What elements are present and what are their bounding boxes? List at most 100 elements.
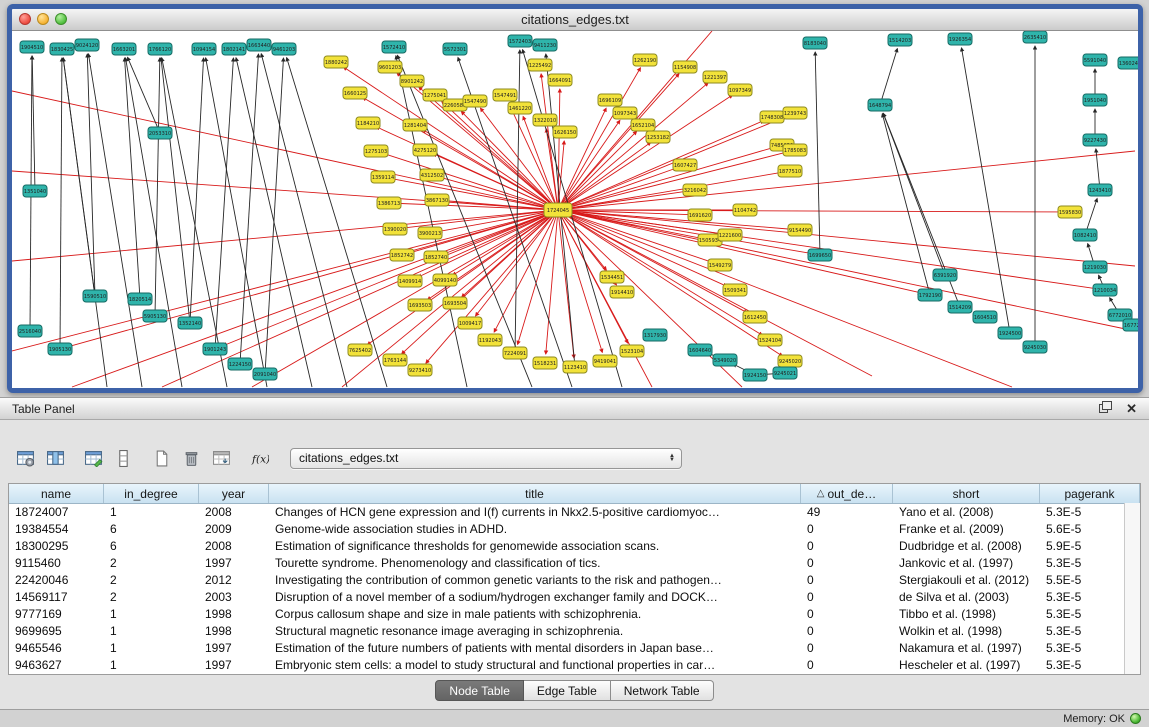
graph-node[interactable]: 3216042 (683, 184, 707, 196)
graph-node[interactable]: 2516040 (18, 325, 42, 337)
graph-node[interactable]: 1648794 (868, 99, 892, 111)
graph-node[interactable]: 1219030 (1083, 261, 1107, 273)
graph-node[interactable]: 1766120 (148, 43, 172, 55)
table-row[interactable]: 946362711997Embryonic stem cells: a mode… (9, 656, 1140, 673)
close-window-button[interactable] (19, 13, 31, 25)
graph-node[interactable]: 2091040 (253, 368, 277, 380)
graph-node[interactable]: 1225492 (528, 59, 552, 71)
graph-node[interactable]: 2635410 (1023, 31, 1047, 43)
graph-node[interactable]: 1904510 (20, 41, 44, 53)
delete-table-icon[interactable] (178, 445, 205, 471)
zoom-window-button[interactable] (55, 13, 67, 25)
graph-node[interactable]: 9461203 (272, 43, 296, 55)
column-header-out_de[interactable]: △out_de… (801, 484, 893, 503)
graph-node[interactable]: 1604640 (688, 344, 712, 356)
graph-node[interactable]: 9024120 (75, 39, 99, 51)
graph-node[interactable]: 1360240 (1118, 57, 1138, 69)
graph-node[interactable]: 1514209 (948, 301, 972, 313)
graph-node[interactable]: 1607427 (673, 159, 697, 171)
graph-node[interactable]: 9154490 (788, 224, 812, 236)
graph-node[interactable]: 1518231 (533, 357, 557, 369)
graph-node[interactable]: 1924150 (743, 369, 767, 381)
graph-node[interactable]: 1785083 (783, 144, 807, 156)
table-mode-icon[interactable] (12, 445, 39, 471)
table-row[interactable]: 1938455462009Genome-wide association stu… (9, 520, 1140, 537)
graph-node[interactable]: 1210034 (1093, 284, 1117, 296)
graph-node[interactable]: 1192043 (478, 334, 502, 346)
graph-node[interactable]: 1660125 (343, 87, 367, 99)
tab-edge-table[interactable]: Edge Table (524, 680, 611, 701)
column-header-in_degree[interactable]: in_degree (104, 484, 199, 503)
graph-node[interactable]: 1663201 (112, 43, 136, 55)
graph-node[interactable]: 1905130 (48, 343, 72, 355)
graph-node[interactable]: 1820514 (128, 293, 152, 305)
graph-node[interactable]: 1604510 (973, 311, 997, 323)
graph-node[interactable]: 1830425 (50, 43, 74, 55)
graph-node[interactable]: 1763144 (383, 354, 407, 366)
network-graph[interactable]: 1880242166012511842101275103135911413867… (12, 31, 1138, 388)
graph-node[interactable]: 1664091 (548, 74, 572, 86)
graph-node[interactable]: 1094154 (192, 43, 216, 55)
graph-node[interactable]: 1317930 (643, 329, 667, 341)
graph-node[interactable]: 1590510 (83, 290, 107, 302)
graph-node[interactable]: 5349020 (713, 354, 737, 366)
graph-node[interactable]: 1123410 (563, 361, 587, 373)
row-options-icon[interactable] (110, 445, 137, 471)
graph-node[interactable]: 1009417 (458, 317, 482, 329)
table-row[interactable]: 946554611997Estimation of the future num… (9, 639, 1140, 656)
tab-node-table[interactable]: Node Table (435, 680, 524, 701)
table-row[interactable]: 2242004622012Investigating the contribut… (9, 571, 1140, 588)
table-row[interactable]: 911546021997Tourette syndrome. Phenomeno… (9, 554, 1140, 571)
graph-node[interactable]: 7224091 (503, 347, 527, 359)
graph-node[interactable]: 1386713 (377, 197, 401, 209)
graph-node[interactable]: 1547491 (493, 89, 517, 101)
graph-node[interactable]: 1699650 (808, 249, 832, 261)
minimize-window-button[interactable] (37, 13, 49, 25)
graph-node[interactable]: 1572403 (508, 35, 532, 47)
graph-node[interactable]: 1097349 (728, 84, 752, 96)
graph-node[interactable]: 1239743 (783, 107, 807, 119)
graph-node[interactable]: 1914410 (610, 286, 634, 298)
close-panel-icon[interactable]: ✕ (1126, 402, 1137, 415)
graph-node[interactable]: 9227430 (1083, 134, 1107, 146)
graph-node[interactable]: 1322010 (533, 114, 557, 126)
column-header-pagerank[interactable]: pagerank (1040, 484, 1140, 503)
table-selector-dropdown[interactable]: citations_edges.txt ▲▼ (290, 448, 682, 469)
graph-node[interactable]: 1547490 (463, 95, 487, 107)
graph-node[interactable]: 1082410 (1073, 229, 1097, 241)
graph-node[interactable]: 1221600 (718, 229, 742, 241)
table-row[interactable]: 1456911722003Disruption of a novel membe… (9, 588, 1140, 605)
column-header-title[interactable]: title (269, 484, 801, 503)
graph-node[interactable]: 4312502 (420, 169, 444, 181)
graph-node[interactable]: 1951040 (1083, 94, 1107, 106)
graph-node[interactable]: 5905130 (143, 310, 167, 322)
graph-node[interactable]: 1652104 (631, 119, 655, 131)
graph-node[interactable]: 1262190 (633, 54, 657, 66)
graph-node[interactable]: 1693503 (408, 299, 432, 311)
table-row[interactable]: 969969511998Structural magnetic resonanc… (9, 622, 1140, 639)
graph-node[interactable]: 1901243 (203, 343, 227, 355)
table-row[interactable]: 977716911998Corpus callosum shape and si… (9, 605, 1140, 622)
graph-node[interactable]: 1509341 (723, 284, 747, 296)
graph-node[interactable]: 4099140 (433, 274, 457, 286)
graph-node[interactable]: 9245020 (778, 355, 802, 367)
table-scrollbar[interactable] (1124, 503, 1140, 674)
graph-node[interactable]: 1693504 (443, 297, 467, 309)
graph-node[interactable]: 1275041 (423, 89, 447, 101)
graph-node[interactable]: 6391920 (933, 269, 957, 281)
column-header-name[interactable]: name (9, 484, 104, 503)
graph-node[interactable]: 1792190 (918, 289, 942, 301)
graph-node[interactable]: 8901242 (400, 75, 424, 87)
graph-node[interactable]: 1351040 (23, 185, 47, 197)
graph-node[interactable]: 1390020 (383, 223, 407, 235)
graph-node[interactable]: 1677204 (1123, 319, 1138, 331)
graph-node[interactable]: 1724045 (544, 203, 572, 217)
table-row[interactable]: 1872400712008Changes of HCN gene express… (9, 503, 1140, 520)
graph-node[interactable]: 1359114 (371, 171, 395, 183)
function-builder-icon[interactable]: f(x) (246, 445, 273, 471)
graph-node[interactable]: 9601203 (378, 61, 402, 73)
edit-column-icon[interactable] (80, 445, 107, 471)
graph-node[interactable]: 1880242 (324, 56, 348, 68)
graph-node[interactable]: 1224150 (228, 358, 252, 370)
graph-node[interactable]: 1572410 (382, 41, 406, 53)
